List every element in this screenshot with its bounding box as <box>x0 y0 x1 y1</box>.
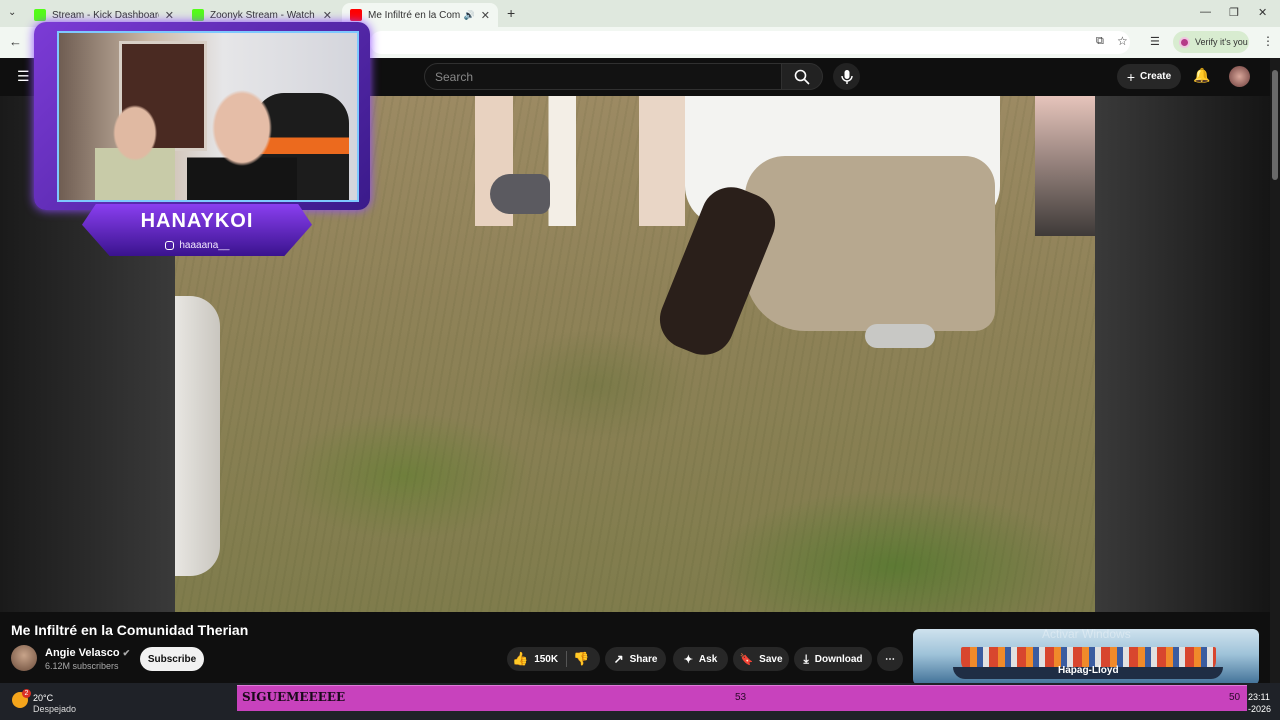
share-button[interactable]: ↗ Share <box>605 647 666 671</box>
ask-button[interactable]: ✦ Ask <box>673 647 728 671</box>
video-title: Me Infiltré en la Comunidad Therian <box>11 622 249 638</box>
plus-icon: + <box>1126 68 1136 85</box>
bookmark-icon: 🔖 <box>739 653 754 666</box>
thumbs-up-icon: 👍 <box>512 651 529 666</box>
microphone-icon <box>840 69 853 84</box>
video-frame-left-leg <box>175 296 220 576</box>
like-button[interactable]: 👍 150K <box>512 651 558 667</box>
voice-search-button[interactable] <box>833 63 860 90</box>
like-count: 150K <box>534 653 559 665</box>
browser-menu-icon[interactable]: ⋮ <box>1262 34 1274 48</box>
subscriber-count: 6.12M subscribers <box>45 661 119 671</box>
handle-text: haaaana__ <box>179 240 230 251</box>
thumbs-down-icon: 👎 <box>573 651 590 666</box>
search-input[interactable]: Search <box>424 63 782 90</box>
weather-badge: 2 <box>22 689 31 698</box>
hamburger-menu-icon[interactable]: ☰ <box>17 68 30 85</box>
ad-brand-text: Hapag-Lloyd <box>1058 665 1119 676</box>
notifications-bell-icon[interactable]: 🔔 <box>1193 67 1210 84</box>
address-bar[interactable] <box>370 31 1130 54</box>
youtube-icon <box>350 9 362 21</box>
ask-label: Ask <box>698 653 718 665</box>
video-frame-shoes <box>865 324 935 348</box>
verify-identity-button[interactable]: Verify it's you <box>1173 31 1249 53</box>
download-label: Download <box>814 653 863 665</box>
tab-search-button[interactable]: ⌄ <box>8 7 16 18</box>
more-icon: ⋯ <box>885 653 895 665</box>
speaker-icon[interactable]: 🔊 <box>464 10 475 21</box>
subscribe-button[interactable]: Subscribe <box>140 647 204 671</box>
new-tab-button[interactable]: + <box>507 5 515 21</box>
close-icon[interactable]: ✕ <box>165 9 174 22</box>
close-icon[interactable]: ✕ <box>323 9 332 22</box>
webcam-person-left <box>95 103 175 200</box>
tab-label: Stream - Kick Dashboard <box>52 9 159 21</box>
marquee-counter-center: 53 <box>735 692 747 703</box>
instagram-icon <box>164 240 174 250</box>
kick-icon <box>34 9 46 21</box>
tab-youtube-video[interactable]: Me Infiltré en la Comunidad 🔊 ✕ <box>342 3 498 27</box>
share-arrow-icon: ↗ <box>613 652 624 666</box>
profile-dot-icon <box>1179 36 1190 48</box>
channel-name-label: Angie Velasco <box>45 647 120 659</box>
streamer-name: HANAYKOI <box>140 210 254 232</box>
bookmark-star-icon[interactable]: ☆ <box>1117 34 1128 48</box>
weather-condition: Despejado <box>33 704 77 714</box>
kick-icon <box>192 9 204 21</box>
download-icon: ⤓ <box>803 651 809 666</box>
create-button[interactable]: + Create <box>1117 64 1181 89</box>
maximize-button[interactable]: ❐ <box>1229 6 1239 19</box>
more-actions-button[interactable]: ⋯ <box>877 647 903 671</box>
channel-avatar[interactable] <box>11 645 37 671</box>
instagram-handle: haaaana__ <box>82 240 312 251</box>
share-label: Share <box>629 653 658 665</box>
save-button[interactable]: 🔖 Save <box>733 647 789 671</box>
minimize-button[interactable]: — <box>1200 6 1211 18</box>
channel-name[interactable]: Angie Velasco ✔ <box>45 647 130 659</box>
search-button[interactable] <box>781 63 823 90</box>
tab-label: Me Infiltré en la Comunidad <box>368 9 460 21</box>
download-button[interactable]: ⤓ Download <box>794 647 872 671</box>
video-backdrop-right <box>1095 96 1270 612</box>
sparkle-icon: ✦ <box>683 653 693 666</box>
marquee-counter-right: 50 <box>1229 692 1241 703</box>
marquee-text: SIGUEMEEEEE <box>242 690 346 704</box>
media-control-icon[interactable]: ☰ <box>1150 35 1160 48</box>
account-avatar[interactable] <box>1229 66 1250 87</box>
back-arrow-icon[interactable]: ← <box>9 34 22 49</box>
webcam-feed <box>57 31 359 202</box>
divider <box>566 651 567 667</box>
create-label: Create <box>1140 71 1172 82</box>
weather-temperature: 20°C <box>33 693 54 703</box>
video-frame-sneaker <box>490 174 550 214</box>
video-frame-right-people <box>1035 96 1095 236</box>
window-close-button[interactable]: ✕ <box>1258 6 1267 19</box>
webcam-person-right <box>187 88 297 200</box>
install-app-icon[interactable]: ⧉ <box>1096 35 1104 48</box>
verify-label: Verify it's you <box>1195 37 1248 47</box>
verified-badge-icon: ✔ <box>122 648 131 658</box>
close-icon[interactable]: ✕ <box>481 9 490 22</box>
windows-activation-watermark: Activar Windows <box>1042 627 1131 641</box>
tab-label: Zoonyk Stream - Watch Live on <box>210 9 317 21</box>
video-frame-khaki-pants <box>745 156 995 331</box>
taskbar-time[interactable]: 23:11 <box>1248 692 1270 702</box>
search-icon <box>794 69 810 85</box>
taskbar-date[interactable]: -2026 <box>1248 704 1271 714</box>
save-label: Save <box>759 653 783 665</box>
dislike-button[interactable]: 👎 <box>573 651 589 667</box>
scrollbar-thumb[interactable] <box>1272 70 1278 180</box>
